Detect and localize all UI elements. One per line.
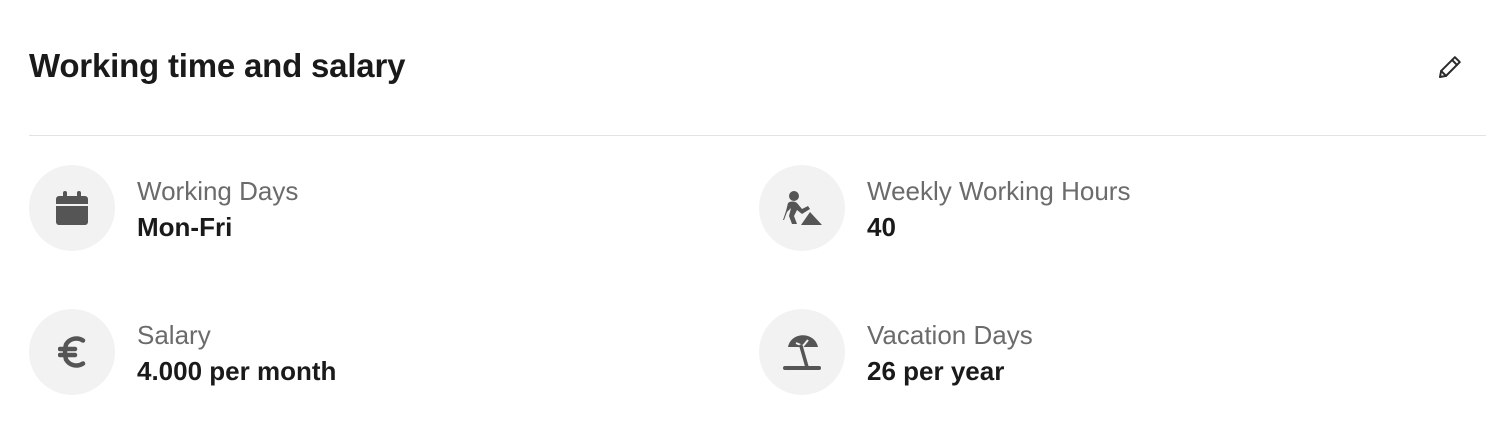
salary-value: 4.000 per month <box>137 356 337 386</box>
salary-item: Salary 4.000 per month <box>29 309 709 397</box>
vacation-days-item: Vacation Days 26 per year <box>759 309 1439 397</box>
edit-button[interactable] <box>1431 48 1469 86</box>
vacation-icon-circle <box>759 309 845 395</box>
section-header: Working time and salary <box>29 0 1486 136</box>
vacation-days-value: 26 per year <box>867 356 1005 386</box>
working-days-value: Mon-Fri <box>137 212 233 242</box>
salary-label: Salary <box>137 320 211 350</box>
vacation-days-label: Vacation Days <box>867 320 1033 350</box>
weekly-hours-icon-circle <box>759 165 845 251</box>
working-days-label: Working Days <box>137 176 299 206</box>
working-days-item: Working Days Mon-Fri <box>29 165 709 253</box>
pencil-icon <box>1436 53 1464 81</box>
euro-icon <box>58 334 86 370</box>
weekly-hours-label: Weekly Working Hours <box>867 176 1131 206</box>
calendar-icon <box>55 190 89 226</box>
salary-icon-circle <box>29 309 115 395</box>
weekly-working-hours-item: Weekly Working Hours 40 <box>759 165 1439 253</box>
working-days-icon-circle <box>29 165 115 251</box>
beach-umbrella-icon <box>781 333 823 371</box>
section-title: Working time and salary <box>29 47 406 84</box>
weekly-hours-value: 40 <box>867 212 896 242</box>
worker-digging-icon <box>781 190 823 226</box>
